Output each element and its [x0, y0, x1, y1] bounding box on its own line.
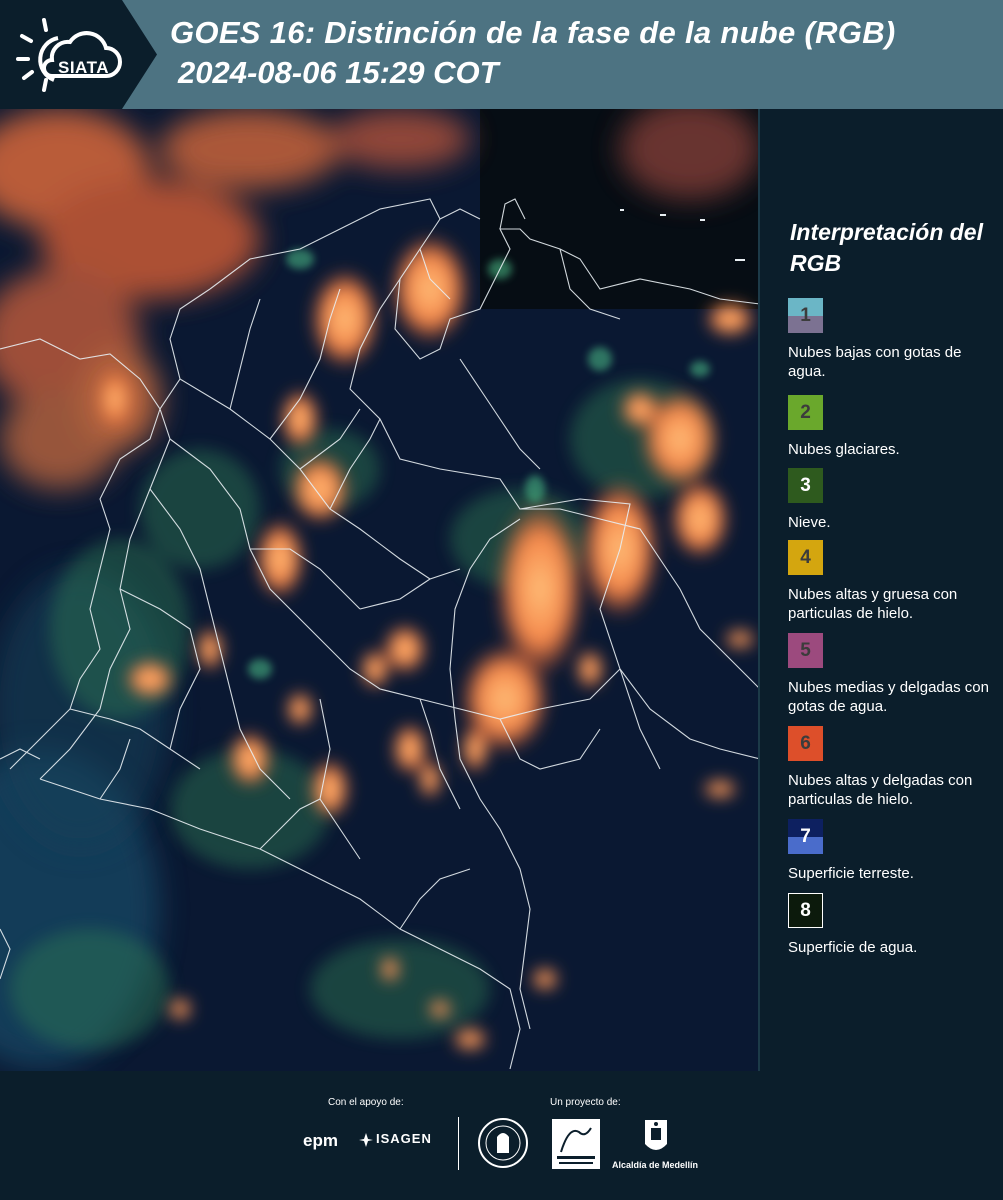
- legend-number: 7: [800, 825, 811, 847]
- legend-label: Nubes glaciares.: [788, 441, 900, 458]
- siata-logo: SIATA: [14, 14, 126, 96]
- project-label: Un proyecto de:: [550, 1097, 621, 1108]
- legend-item-5: 5 Nubes medias y delgadas con gotas de a…: [788, 633, 993, 716]
- legend-label: Nubes altas y gruesa con particulas de h…: [788, 586, 958, 622]
- logo-text: SIATA: [58, 58, 109, 77]
- legend-label: Nieve.: [788, 514, 831, 531]
- legend-label: Superficie de agua.: [788, 939, 918, 956]
- legend-number: 6: [800, 732, 811, 754]
- legend-item-2: 2 Nubes glaciares.: [788, 395, 993, 459]
- legend-item-7: 7 Superficie terreste.: [788, 819, 993, 883]
- legend-number: 1: [800, 304, 811, 326]
- legend-number: 3: [800, 474, 811, 496]
- legend-swatch-1: 1: [788, 298, 823, 333]
- legend-swatch-5: 5: [788, 633, 823, 668]
- legend-item-4: 4 Nubes altas y gruesa con particulas de…: [788, 540, 993, 623]
- isagen-logo: ISAGEN: [376, 1131, 432, 1146]
- university-seal-icon: [478, 1118, 528, 1168]
- legend-label: Superficie terreste.: [788, 865, 914, 882]
- legend-item-8: 8 Superficie de agua.: [788, 893, 993, 957]
- legend-swatch-2: 2: [788, 395, 823, 430]
- legend-swatch-6: 6: [788, 726, 823, 761]
- legend-item-3: 3 Nieve.: [788, 468, 993, 532]
- legend-label: Nubes medias y delgadas con gotas de agu…: [788, 679, 989, 715]
- page-timestamp: 2024-08-06 15:29 COT: [178, 55, 499, 90]
- legend-swatch-4: 4: [788, 540, 823, 575]
- footer-divider: [458, 1117, 459, 1170]
- area-metropolitana-logo: [552, 1119, 600, 1169]
- legend-item-6: 6 Nubes altas y delgadas con particulas …: [788, 726, 993, 809]
- legend-title: Interpretación del RGB: [790, 219, 983, 276]
- medellin-shield-icon: [645, 1120, 667, 1150]
- legend-label: Nubes bajas con gotas de agua.: [788, 344, 962, 380]
- map-frame-divider: [758, 109, 760, 1071]
- legend-item-1: 1 Nubes bajas con gotas de agua.: [788, 298, 993, 381]
- satellite-rgb-image: [0, 109, 760, 1071]
- page-title: GOES 16: Distinción de la fase de la nub…: [170, 15, 896, 50]
- legend-number: 5: [800, 639, 811, 661]
- legend-number: 2: [800, 401, 811, 423]
- legend-swatch-8: 8: [788, 893, 823, 928]
- epm-logo: epm: [303, 1131, 338, 1150]
- legend-number: 8: [800, 899, 811, 921]
- isagen-symbol-icon: [359, 1133, 373, 1147]
- legend-swatch-3: 3: [788, 468, 823, 503]
- legend-number: 4: [800, 546, 811, 568]
- alcaldia-medellin-label: Alcaldía de Medellín: [612, 1160, 699, 1170]
- legend-swatch-7: 7: [788, 819, 823, 854]
- support-label: Con el apoyo de:: [328, 1097, 404, 1108]
- legend-label: Nubes altas y delgadas con particulas de…: [788, 772, 973, 808]
